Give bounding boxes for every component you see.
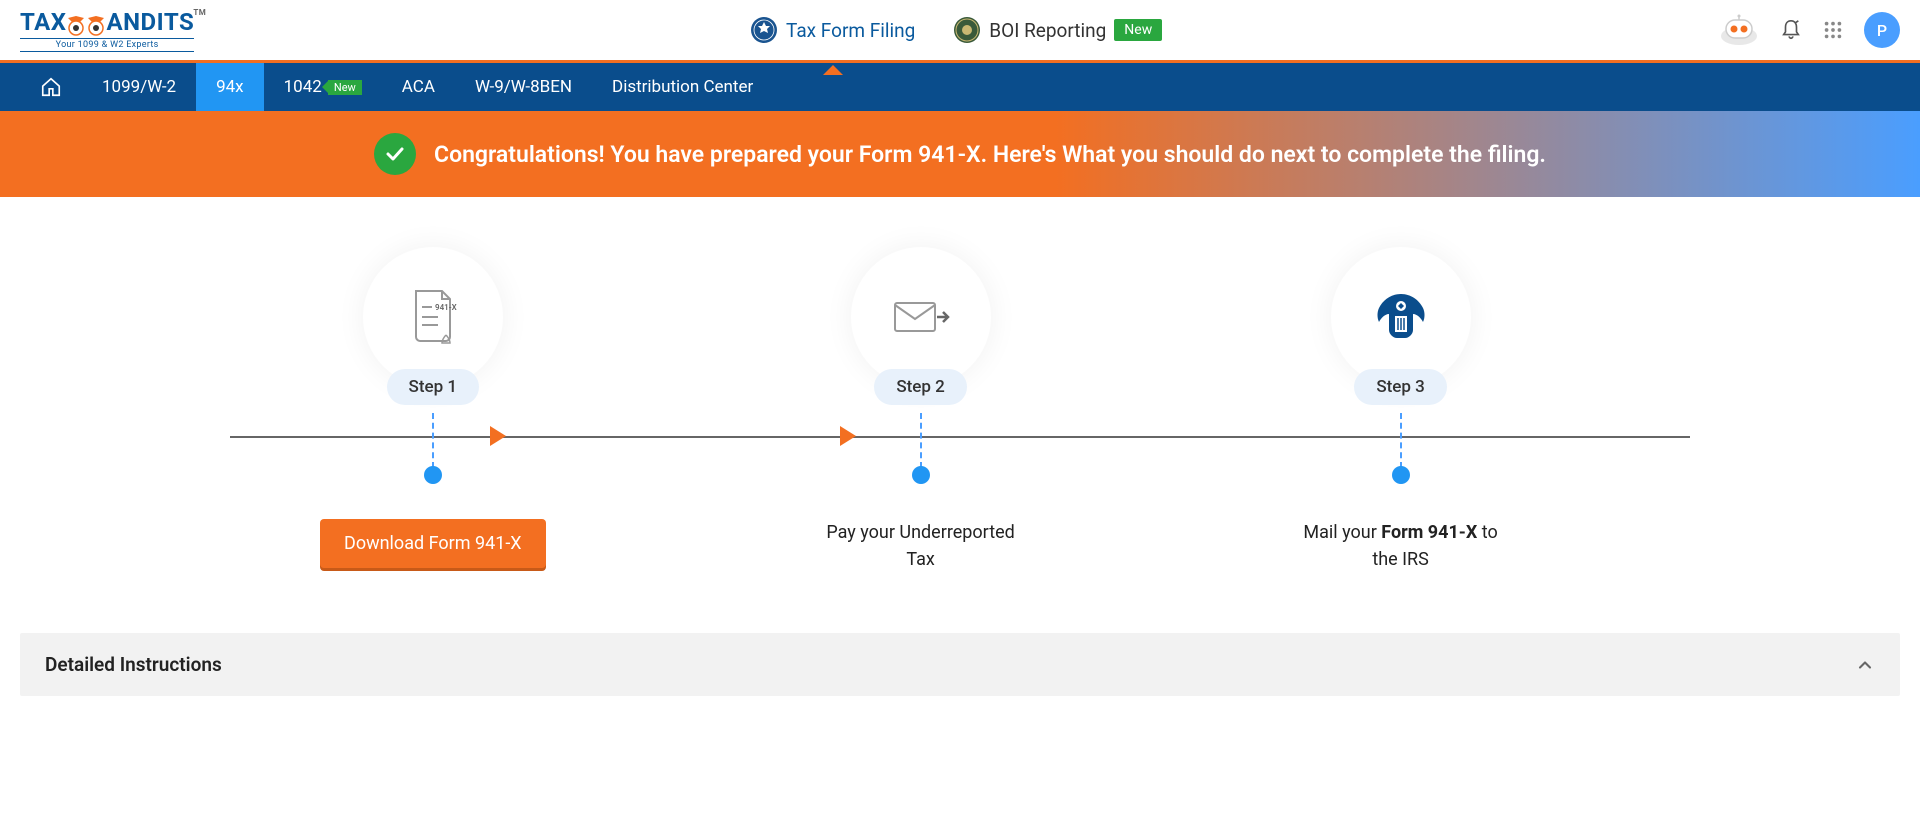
check-circle-icon: [374, 133, 416, 175]
detailed-instructions-accordion[interactable]: Detailed Instructions: [20, 633, 1900, 696]
accordion-title: Detailed Instructions: [45, 653, 222, 676]
avatar[interactable]: P: [1864, 12, 1900, 48]
success-banner: Congratulations! You have prepared your …: [0, 111, 1920, 197]
step-3-description: Mail your Form 941-X to the IRS: [1296, 519, 1506, 573]
treasury-seal-icon: [953, 16, 981, 44]
step-3: Step 3 Mail your Form 941-X to the IRS: [1296, 247, 1506, 573]
owl-eyes-icon: [66, 16, 106, 36]
nav-new-badge: New: [328, 80, 362, 95]
new-badge: New: [1114, 19, 1162, 41]
nav-aca[interactable]: ACA: [382, 63, 455, 111]
nav-home[interactable]: [20, 63, 82, 111]
download-form-button[interactable]: Download Form 941-X: [320, 519, 546, 568]
navbar: 1099/W-2 94x 1042 New ACA W-9/W-8BEN Dis…: [0, 63, 1920, 111]
step-2-description: Pay your Underreported Tax: [816, 519, 1026, 573]
apps-grid-icon[interactable]: [1822, 19, 1844, 41]
svg-text:941-X: 941-X: [435, 303, 457, 312]
nav-w9-w8ben[interactable]: W-9/W-8BEN: [455, 63, 592, 111]
logo[interactable]: TAX ANDITS TM Your 1099 & W2 Experts: [20, 8, 194, 52]
mail-send-icon: [891, 297, 951, 337]
logo-text: TAX ANDITS TM: [20, 8, 194, 36]
nav-1099-w2[interactable]: 1099/W-2: [82, 63, 196, 111]
step-2-circle: [851, 247, 991, 387]
bot-icon[interactable]: [1718, 14, 1760, 46]
chevron-up-icon: [1855, 655, 1875, 675]
tab-tax-form-filing[interactable]: Tax Form Filing: [746, 8, 919, 52]
home-icon: [40, 76, 62, 98]
step-1-circle: 941-X: [363, 247, 503, 387]
header-right: P: [1718, 12, 1900, 48]
nav-1042[interactable]: 1042 New: [264, 63, 382, 111]
nav-94x[interactable]: 94x: [196, 63, 264, 111]
header-tabs: Tax Form Filing BOI Reporting New: [746, 8, 1166, 52]
logo-tagline: Your 1099 & W2 Experts: [20, 38, 194, 52]
step-2-label: Step 2: [874, 369, 967, 405]
header: TAX ANDITS TM Your 1099 & W2 Experts: [0, 0, 1920, 63]
step-2: Step 2 Pay your Underreported Tax: [816, 247, 1026, 573]
irs-seal-icon: [750, 16, 778, 44]
tab-boi-reporting[interactable]: BOI Reporting New: [949, 8, 1166, 52]
step-3-circle: [1331, 247, 1471, 387]
irs-eagle-icon: [1371, 290, 1431, 344]
step-1: 941-X Step 1 Download Form 941-X: [320, 247, 546, 568]
step-1-label: Step 1: [387, 369, 480, 405]
steps-container: 941-X Step 1 Download Form 941-X Step 2 …: [190, 197, 1730, 633]
document-icon: 941-X: [408, 287, 458, 347]
nav-distribution-center[interactable]: Distribution Center: [592, 63, 773, 111]
banner-text: Congratulations! You have prepared your …: [434, 141, 1546, 168]
step-3-label: Step 3: [1354, 369, 1447, 405]
bell-icon[interactable]: [1780, 19, 1802, 41]
